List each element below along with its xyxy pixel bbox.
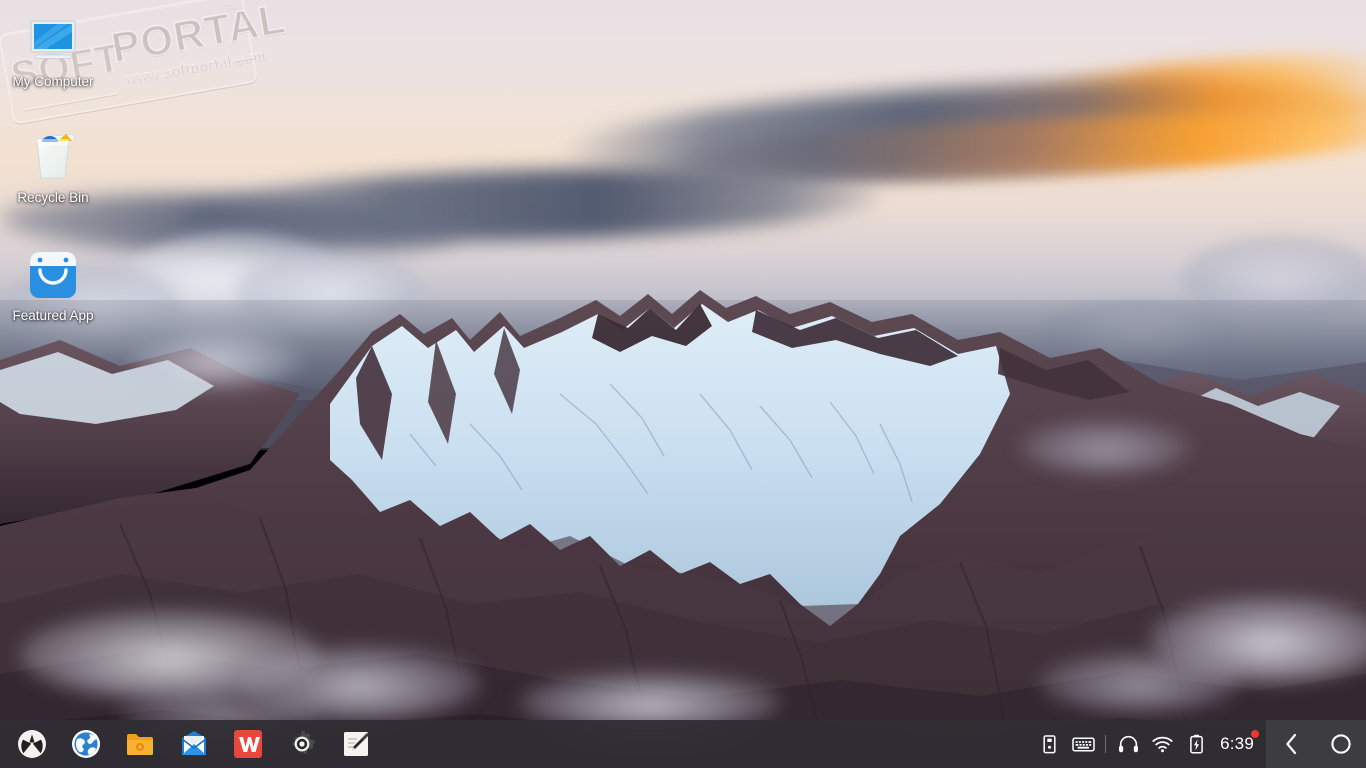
desktop-icon-recycle-bin[interactable]: Recycle Bin <box>0 128 106 206</box>
taskbar-item-browser[interactable] <box>62 720 110 768</box>
desktop-wallpaper <box>0 0 1366 768</box>
desktop-icon-label: Featured App <box>12 308 94 323</box>
trash-bin-icon <box>24 128 82 186</box>
deepin-launcher-icon <box>17 729 47 759</box>
taskbar-app-area <box>0 720 380 768</box>
monitor-icon <box>24 12 82 70</box>
taskbar-item-file-manager[interactable] <box>116 720 164 768</box>
notification-center-button[interactable] <box>1266 720 1316 768</box>
taskbar-item-wps-office[interactable] <box>224 720 272 768</box>
taskbar-item-launcher[interactable] <box>8 720 56 768</box>
system-tray: 6:39 <box>1032 720 1266 768</box>
tray-item-sound[interactable] <box>1111 720 1145 768</box>
circle-icon <box>1331 734 1351 754</box>
tray-item-input-method[interactable] <box>1066 720 1100 768</box>
tray-item-usb-device[interactable] <box>1032 720 1066 768</box>
taskbar-corner-area <box>1266 720 1366 768</box>
globe-browser-icon <box>71 729 101 759</box>
taskbar-item-settings[interactable] <box>278 720 326 768</box>
folder-icon <box>125 729 155 759</box>
chevron-left-icon <box>1285 733 1296 755</box>
tray-item-battery[interactable] <box>1179 720 1213 768</box>
taskbar-item-text-editor[interactable] <box>332 720 380 768</box>
gear-icon <box>287 729 317 759</box>
wps-w-icon <box>233 729 263 759</box>
desktop-icon-label: Recycle Bin <box>17 190 89 205</box>
envelope-icon <box>179 729 209 759</box>
taskbar: 6:39 <box>0 720 1366 768</box>
desktop-icon-my-computer[interactable]: My Computer <box>0 12 106 90</box>
pen-note-icon <box>341 729 371 759</box>
desktop-icon-featured-app[interactable]: Featured App <box>0 246 106 324</box>
tray-clock[interactable]: 6:39 <box>1213 720 1266 768</box>
taskbar-item-mail[interactable] <box>170 720 218 768</box>
notification-dot <box>1251 730 1259 738</box>
clock-time: 6:39 <box>1220 734 1254 753</box>
app-store-bag-icon <box>24 246 82 304</box>
desktop-root: SOFT PORTAL TM www.softportal.com My Com… <box>0 0 1366 768</box>
show-desktop-button[interactable] <box>1316 720 1366 768</box>
tray-separator <box>1105 735 1107 753</box>
tray-item-network[interactable] <box>1145 720 1179 768</box>
desktop-icon-label: My Computer <box>12 74 94 89</box>
